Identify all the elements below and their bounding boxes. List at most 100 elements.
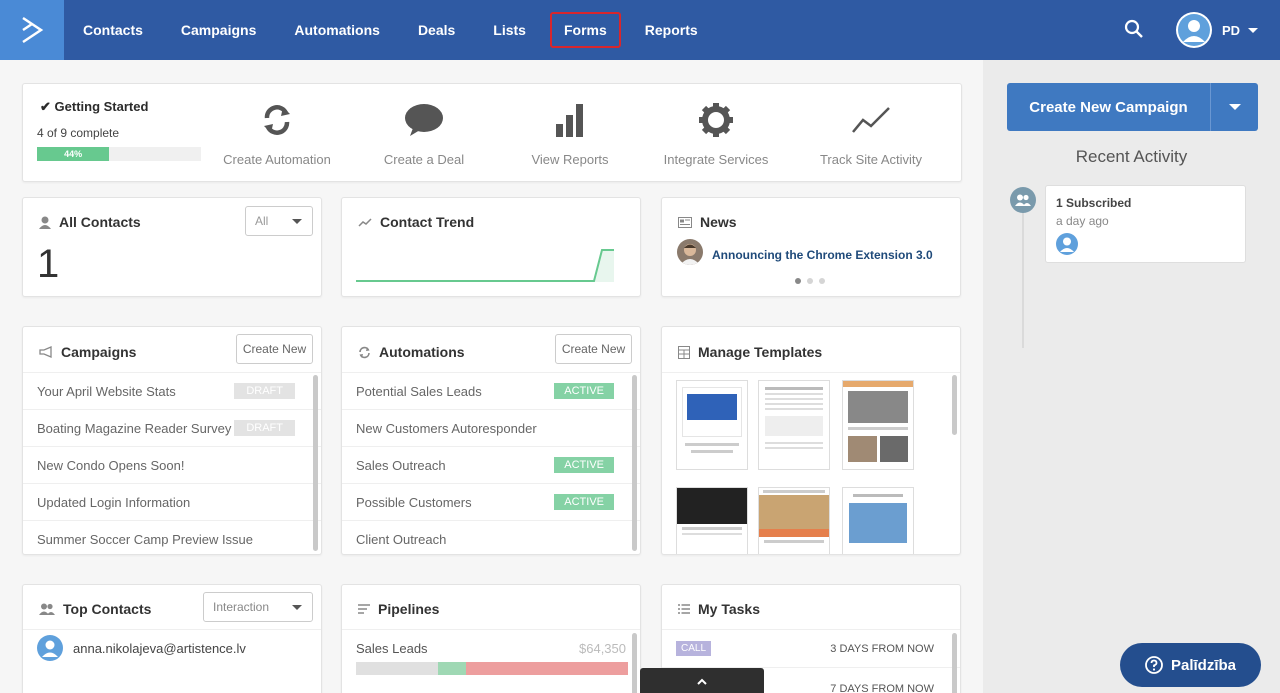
caret-down-icon[interactable]: [1248, 27, 1258, 33]
scrollbar[interactable]: [952, 375, 957, 435]
trend-line-icon: [852, 107, 890, 133]
news-card: News Announcing the Chrome Extension 3.0: [661, 197, 961, 297]
search-icon[interactable]: [1124, 19, 1144, 42]
news-carousel-dots[interactable]: [795, 278, 825, 284]
nav-automations[interactable]: Automations: [275, 0, 399, 60]
list-item[interactable]: New Condo Opens Soon!: [23, 446, 321, 483]
pipelines-card: Pipelines Sales Leads $64,350: [341, 584, 641, 693]
list-lines-icon: [358, 604, 370, 614]
campaigns-list: Your April Website Stats DRAFT Boating Ma…: [23, 372, 321, 554]
nav-forms[interactable]: Forms: [545, 0, 626, 60]
list-item[interactable]: New Customers Autoresponder: [342, 409, 640, 446]
top-contacts-filter-select[interactable]: Interaction: [203, 592, 313, 622]
template-thumbnail[interactable]: [758, 380, 830, 470]
contact-trend-title: Contact Trend: [380, 214, 475, 230]
list-item[interactable]: Client Outreach: [342, 520, 640, 554]
nav-campaigns-label: Campaigns: [180, 22, 257, 38]
create-new-automation-button[interactable]: Create New: [555, 334, 632, 364]
news-title: News: [700, 214, 737, 230]
carousel-dot[interactable]: [807, 278, 813, 284]
scrollbar[interactable]: [632, 633, 637, 693]
megaphone-icon: [39, 346, 52, 358]
create-automation-label: Create Automation: [223, 152, 331, 167]
nav-deals-label: Deals: [417, 22, 456, 38]
all-contacts-card: All Contacts All 1: [22, 197, 322, 297]
nav-lists[interactable]: Lists: [474, 0, 545, 60]
track-site-activity-action[interactable]: Track Site Activity: [809, 102, 933, 167]
integrate-services-action[interactable]: Integrate Services: [660, 102, 772, 167]
nav-campaigns[interactable]: Campaigns: [162, 0, 275, 60]
status-badge: ACTIVE: [554, 383, 614, 399]
user-avatar-icon: [1056, 233, 1078, 255]
campaign-name: New Condo Opens Soon!: [37, 457, 185, 473]
scrollbar[interactable]: [952, 633, 957, 693]
status-badge: ACTIVE: [554, 457, 614, 473]
campaign-name: Updated Login Information: [37, 494, 191, 510]
user-avatar-icon[interactable]: [1175, 12, 1212, 48]
create-new-campaign-label: Create New Campaign: [1029, 98, 1188, 116]
contacts-filter-select[interactable]: All: [245, 206, 313, 236]
template-thumbnail[interactable]: [842, 487, 914, 554]
user-avatar-icon: [37, 635, 63, 661]
nav-forms-label: Forms: [549, 12, 621, 48]
list-item[interactable]: Boating Magazine Reader Survey DRAFT: [23, 409, 321, 446]
manage-templates-title: Manage Templates: [698, 344, 823, 360]
carousel-dot[interactable]: [819, 278, 825, 284]
list-item[interactable]: Potential Sales Leads ACTIVE: [342, 372, 640, 409]
automations-list: Potential Sales Leads ACTIVE New Customer…: [342, 372, 640, 554]
template-thumbnail[interactable]: [676, 380, 748, 470]
user-initials[interactable]: PD: [1222, 23, 1240, 38]
recent-activity-title: Recent Activity: [1075, 147, 1188, 166]
manage-templates-card: Manage Templates: [661, 326, 961, 555]
list-item[interactable]: Updated Login Information: [23, 483, 321, 520]
trend-line-icon: [358, 218, 372, 227]
list-item[interactable]: Possible Customers ACTIVE: [342, 483, 640, 520]
activity-title: 1 Subscribed: [1056, 196, 1132, 210]
scrollbar[interactable]: [632, 375, 637, 551]
getting-started-title: ✔ Getting Started: [40, 99, 148, 115]
carousel-dot-active[interactable]: [795, 278, 801, 284]
activity-card[interactable]: 1 Subscribed a day ago: [1045, 185, 1246, 263]
contacts-filter-value: All: [255, 214, 269, 228]
scrollbar[interactable]: [313, 375, 318, 551]
list-item[interactable]: Summer Soccer Camp Preview Issue: [23, 520, 321, 554]
top-contact-row[interactable]: anna.nikolajeva@artistence.lv: [37, 635, 246, 661]
contacts-count: 1: [37, 242, 60, 286]
create-deal-label: Create a Deal: [383, 152, 465, 167]
nav-contacts[interactable]: Contacts: [64, 0, 162, 60]
caret-down-icon: [292, 604, 302, 610]
news-headline-link[interactable]: Announcing the Chrome Extension 3.0: [712, 248, 933, 262]
create-deal-action[interactable]: Create a Deal: [375, 102, 473, 167]
view-reports-action[interactable]: View Reports: [524, 102, 616, 167]
create-new-campaign-button[interactable]: Create New Campaign: [1007, 83, 1258, 131]
nav-deals[interactable]: Deals: [399, 0, 474, 60]
pipeline-name[interactable]: Sales Leads: [356, 641, 428, 656]
arrow-logo-icon[interactable]: [0, 0, 64, 60]
template-thumbnail[interactable]: [842, 380, 914, 470]
top-contacts-title: Top Contacts: [63, 601, 152, 617]
campaign-dropdown-toggle[interactable]: [1210, 83, 1258, 131]
create-new-campaign-list-button[interactable]: Create New: [236, 334, 313, 364]
progress-fill: 44%: [37, 147, 110, 161]
template-thumbnail[interactable]: [676, 487, 748, 554]
list-item[interactable]: Your April Website Stats DRAFT: [23, 372, 321, 409]
nav-reports[interactable]: Reports: [626, 0, 717, 60]
template-icon: [678, 345, 690, 359]
status-badge: DRAFT: [234, 420, 295, 436]
progress-bar: 44%: [37, 147, 201, 161]
news-author-avatar: [677, 239, 703, 265]
scroll-to-top-button[interactable]: [640, 668, 764, 693]
help-button[interactable]: Palīdzība: [1120, 643, 1261, 687]
create-automation-action[interactable]: Create Automation: [221, 102, 333, 167]
check-icon: ✔: [40, 99, 51, 114]
task-row[interactable]: 7 DAYS FROM NOW: [830, 680, 934, 693]
task-row[interactable]: CALL 3 DAYS FROM NOW: [676, 641, 934, 656]
group-icon: [1010, 187, 1036, 213]
all-contacts-title: All Contacts: [59, 214, 141, 230]
getting-started-card: ✔ Getting Started 4 of 9 complete 44% Cr…: [22, 83, 962, 182]
list-item[interactable]: Sales Outreach ACTIVE: [342, 446, 640, 483]
nav-lists-label: Lists: [493, 22, 526, 38]
template-thumbnail[interactable]: [758, 487, 830, 554]
create-new-label: Create New: [561, 342, 626, 356]
chevron-up-icon: [697, 678, 707, 685]
